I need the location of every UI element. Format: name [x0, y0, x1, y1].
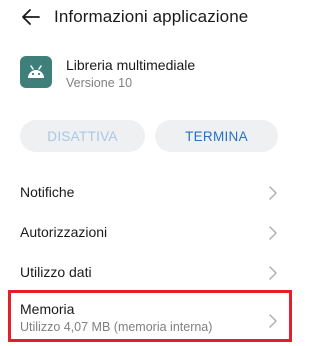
- settings-item-label: Autorizzazioni: [20, 224, 108, 240]
- top-bar: Informazioni applicazione: [0, 0, 300, 34]
- back-button[interactable]: [20, 6, 42, 28]
- settings-item-storage[interactable]: Memoria Utilizzo 4,07 MB (memoria intern…: [0, 290, 300, 346]
- app-version: Versione 10: [66, 76, 133, 90]
- storage-usage-detail: Utilizzo 4,07 MB (memoria interna): [20, 320, 213, 334]
- chevron-right-icon: [269, 266, 277, 280]
- back-arrow-icon: [22, 9, 40, 25]
- chevron-right-icon: [269, 186, 277, 200]
- app-name: Libreria multimediale: [66, 57, 196, 73]
- settings-item-label: Utilizzo dati: [20, 264, 92, 280]
- settings-item-notifications[interactable]: Notifiche: [0, 172, 300, 212]
- android-icon: [20, 56, 52, 88]
- settings-item-permissions[interactable]: Autorizzazioni: [0, 212, 300, 252]
- app-info-screen: Informazioni applicazione Libreria multi…: [0, 0, 300, 346]
- settings-item-label: Notifiche: [20, 184, 75, 200]
- chevron-right-icon: [269, 314, 277, 328]
- chevron-right-icon: [269, 226, 277, 240]
- settings-item-data-usage[interactable]: Utilizzo dati: [0, 252, 300, 292]
- settings-item-label: Memoria: [20, 301, 75, 317]
- disable-button[interactable]: DISATTIVA: [20, 120, 145, 152]
- page-title: Informazioni applicazione: [54, 7, 249, 26]
- app-summary: Libreria multimediale Versione 10: [20, 55, 290, 95]
- force-stop-button[interactable]: TERMINA: [155, 120, 278, 152]
